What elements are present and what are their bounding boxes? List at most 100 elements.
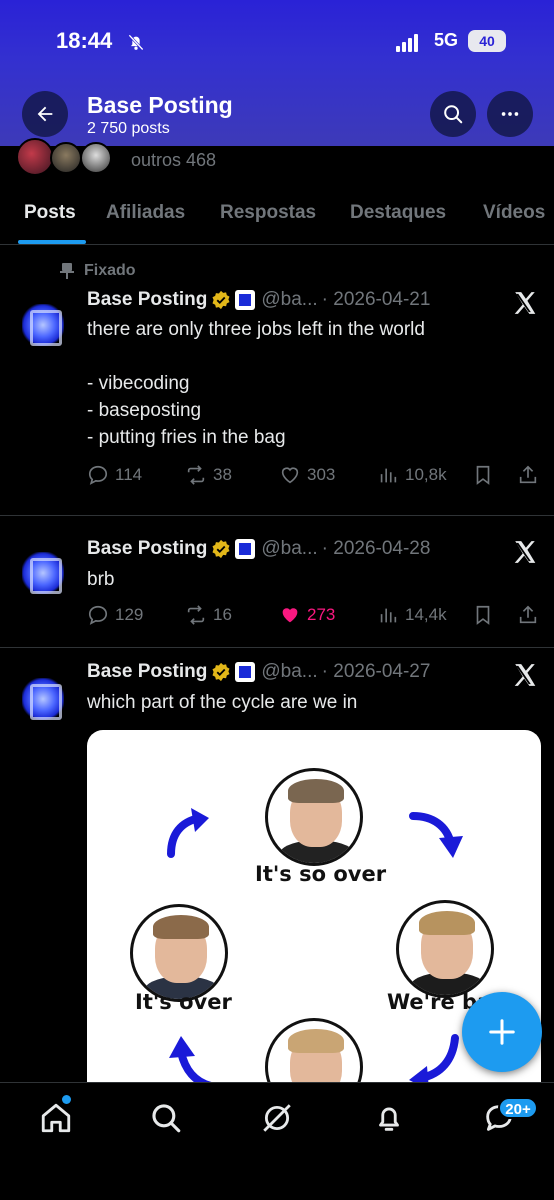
verified-badge-icon [212,539,230,559]
cycle-arrow-up-left-icon [169,1036,212,1082]
header-title-block: Base Posting 2 750 posts [87,92,233,138]
author-handle: @ba... [261,661,318,682]
battery-indicator: 40 [468,30,506,52]
reply-button[interactable]: 114 [87,464,142,486]
status-bar: 18:44 5G 40 [0,24,554,60]
reply-count: 129 [115,605,144,624]
share-icon [519,605,537,624]
views-button[interactable]: 14,4k [377,604,447,626]
plus-icon [489,1019,515,1045]
avatar [50,142,82,174]
share-button[interactable] [517,604,539,626]
cycle-arrow-down-left-icon [409,1034,459,1082]
like-count: 303 [307,465,336,484]
post-item[interactable]: Base Posting @ba... · 2026-04-28 brb 129… [0,516,554,648]
post-text: brb [87,569,115,590]
x-logo-icon[interactable] [512,290,538,316]
repost-button[interactable]: 16 [185,604,232,626]
author-name[interactable]: Base Posting [87,661,207,683]
heart-filled-icon [282,608,298,623]
post-text: there are only three jobs left in the wo… [87,319,425,448]
home-notification-dot [62,1095,71,1104]
compose-post-button[interactable] [462,992,542,1072]
bookmark-icon [476,605,490,625]
author-avatar[interactable] [22,678,64,720]
affiliate-badge-icon [235,662,256,682]
author-name[interactable]: Base Posting [87,289,207,311]
reply-icon [88,465,108,485]
author-avatar[interactable] [22,552,64,594]
post-date: · 2026-04-21 [321,289,431,310]
repost-count: 16 [213,605,232,624]
grok-icon[interactable] [260,1101,294,1135]
tab-posts[interactable]: Posts [24,202,76,224]
author-name[interactable]: Base Posting [87,538,207,560]
notifications-bell-icon[interactable] [372,1101,406,1135]
clock: 18:44 [56,28,113,53]
views-chart-icon [380,608,397,623]
repost-button[interactable]: 38 [185,464,232,486]
like-button[interactable]: 273 [279,604,335,626]
author-avatar[interactable] [22,304,64,346]
signal-icon [396,34,418,52]
tab-destaques[interactable]: Destaques [350,202,446,224]
repost-icon [187,465,205,485]
followers-you-know[interactable]: outros 468 [0,138,554,180]
bottom-navigation: 20+ [0,1082,554,1200]
cycle-arrow-up-right-icon [167,808,209,858]
back-button[interactable] [22,91,68,137]
post-actions: 129 16 273 14,4k [87,604,542,628]
home-icon[interactable] [39,1101,73,1135]
post-header: Base Posting @ba... · 2026-04-27 [87,661,430,683]
search-button[interactable] [430,91,476,137]
author-handle: @ba... [261,538,318,559]
author-handle: @ba... [261,289,318,310]
profile-header: 18:44 5G 40 Base Posting 2 750 posts [0,0,554,146]
messages-badge: 20+ [498,1097,538,1119]
post-pinned[interactable]: Fixado Base Posting @ba... · 2026-04-21 … [0,246,554,516]
post-text: which part of the cycle are we in [87,692,358,713]
tab-afiliadas[interactable]: Afiliadas [106,202,185,224]
cycle-face-bottom [265,1018,363,1082]
repost-count: 38 [213,465,232,484]
network-type: 5G [434,30,459,50]
search-icon[interactable] [149,1101,183,1135]
post-header: Base Posting @ba... · 2026-04-28 [87,538,430,560]
bookmark-icon [476,465,490,485]
cycle-face-top [265,768,363,866]
cycle-face-right [396,900,494,998]
affiliate-badge-icon [235,290,256,310]
cycle-label-left: It's over [135,990,232,1014]
views-chart-icon [380,468,397,483]
bell-muted-icon [128,34,144,51]
tab-respostas[interactable]: Respostas [220,202,316,224]
post-date: · 2026-04-27 [321,661,431,682]
avatar [80,142,112,174]
affiliate-badge-icon [235,539,256,559]
tab-videos[interactable]: Vídeos [483,202,545,224]
post-count: 2 750 posts [87,120,170,137]
follower-avatars [16,138,116,176]
x-logo-icon[interactable] [512,662,538,688]
cycle-arrow-down-right-icon [409,812,463,858]
reply-button[interactable]: 129 [87,604,143,626]
x-logo-icon[interactable] [512,539,538,565]
post-actions: 114 38 303 10,8k [87,464,542,488]
post-header: Base Posting @ba... · 2026-04-21 [87,289,430,311]
page-title: Base Posting [87,92,233,118]
search-icon [444,105,463,124]
active-tab-indicator [18,240,86,244]
bookmark-button[interactable] [472,604,494,626]
bookmark-button[interactable] [472,464,494,486]
pinned-indicator: Fixado [60,262,136,280]
repost-icon [187,605,205,625]
reply-count: 114 [115,465,143,484]
share-button[interactable] [517,464,539,486]
views-button[interactable]: 10,8k [377,464,447,486]
like-button[interactable]: 303 [279,464,335,486]
views-count: 14,4k [405,605,447,624]
views-count: 10,8k [405,465,447,484]
heart-icon [281,467,299,484]
pinned-label: Fixado [84,262,136,279]
more-options-button[interactable] [487,91,533,137]
